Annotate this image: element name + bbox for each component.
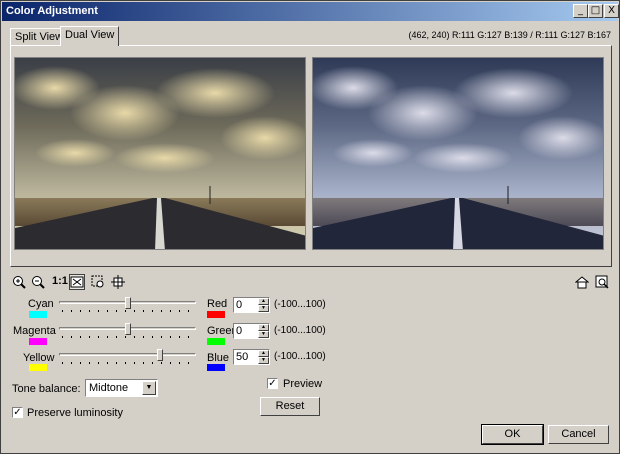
title-bar[interactable]: Color Adjustment _ □ X (2, 2, 619, 21)
fit-to-window-icon[interactable] (69, 274, 85, 290)
zoom-tool-icon[interactable] (595, 275, 609, 289)
tone-balance-select[interactable]: Midtone ▼ (85, 379, 158, 397)
reset-button[interactable]: Reset (260, 397, 320, 416)
minimize-button[interactable]: _ (573, 4, 588, 18)
yellow-blue-slider-thumb[interactable] (157, 349, 163, 361)
magenta-green-slider[interactable] (59, 323, 196, 343)
cyan-red-slider[interactable] (59, 297, 196, 317)
red-swatch (207, 311, 225, 318)
yellow-label: Yellow (23, 352, 55, 364)
cyan-swatch (29, 311, 47, 318)
spin-down-icon[interactable]: ▼ (258, 331, 269, 338)
green-swatch (207, 338, 225, 345)
tone-balance-label: Tone balance: (12, 383, 81, 395)
red-value-stepper[interactable]: 0 ▲ ▼ (233, 297, 270, 313)
preview-home-icon[interactable] (575, 275, 589, 289)
color-adjustment-dialog: Color Adjustment _ □ X Split View Dual V… (0, 0, 620, 454)
red-range: (-100...100) (274, 299, 326, 310)
close-button[interactable]: X (604, 4, 619, 18)
red-value[interactable]: 0 (236, 299, 242, 311)
preview-checkbox[interactable]: ✓ (267, 378, 278, 389)
navigate-icon[interactable] (111, 275, 125, 289)
maximize-button[interactable]: □ (588, 4, 603, 18)
zoom-out-icon[interactable] (31, 275, 45, 289)
cyan-label: Cyan (28, 298, 54, 310)
green-value-stepper[interactable]: 0 ▲ ▼ (233, 323, 270, 339)
spin-down-icon[interactable]: ▼ (258, 305, 269, 312)
preview-label[interactable]: Preview (283, 378, 322, 390)
yellow-blue-slider[interactable] (59, 349, 196, 369)
ok-button[interactable]: OK (481, 424, 544, 445)
tone-balance-value: Midtone (89, 382, 129, 394)
original-image[interactable] (14, 57, 306, 250)
window-title: Color Adjustment (6, 5, 98, 17)
yellow-swatch (29, 364, 47, 371)
actual-size-icon[interactable]: 1:1 (52, 275, 68, 287)
magenta-label: Magenta (13, 325, 56, 337)
cancel-button[interactable]: Cancel (548, 425, 609, 444)
adjusted-image[interactable] (312, 57, 604, 250)
pan-icon[interactable] (91, 275, 105, 289)
blue-swatch (207, 364, 225, 371)
magenta-green-slider-thumb[interactable] (125, 323, 131, 335)
pixel-info: (462, 240) R:111 G:127 B:139 / R:111 G:1… (408, 30, 611, 40)
spin-up-icon[interactable]: ▲ (258, 298, 269, 305)
tab-dual-view[interactable]: Dual View (60, 26, 120, 46)
blue-label: Blue (207, 352, 230, 364)
green-value[interactable]: 0 (236, 325, 242, 337)
blue-range: (-100...100) (274, 351, 326, 362)
preserve-luminosity-label[interactable]: Preserve luminosity (27, 407, 123, 419)
spin-up-icon[interactable]: ▲ (258, 350, 269, 357)
zoom-in-icon[interactable] (12, 275, 26, 289)
blue-value[interactable]: 50 (236, 351, 248, 363)
spin-down-icon[interactable]: ▼ (258, 357, 269, 364)
red-label: Red (207, 298, 228, 310)
chevron-down-icon[interactable]: ▼ (142, 381, 156, 395)
magenta-swatch (29, 338, 47, 345)
green-range: (-100...100) (274, 325, 326, 336)
cyan-red-slider-thumb[interactable] (125, 297, 131, 309)
preserve-luminosity-checkbox[interactable]: ✓ (12, 407, 23, 418)
preview-panel (10, 45, 612, 267)
blue-value-stepper[interactable]: 50 ▲ ▼ (233, 349, 270, 365)
spin-up-icon[interactable]: ▲ (258, 324, 269, 331)
